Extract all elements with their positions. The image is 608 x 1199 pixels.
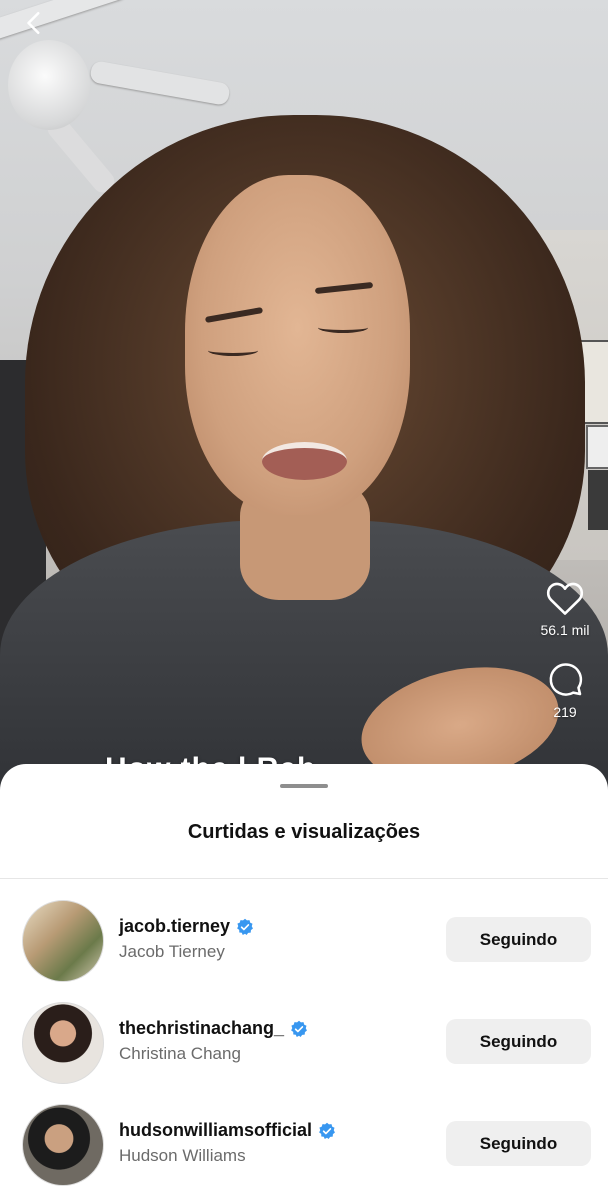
- username[interactable]: thechristinachang_: [119, 1018, 284, 1039]
- user-row[interactable]: jacob.tierney Jacob Tierney Seguindo: [0, 900, 608, 990]
- username[interactable]: jacob.tierney: [119, 916, 230, 937]
- likes-bottom-sheet: Curtidas e visualizações jacob.tierney J…: [0, 764, 608, 1199]
- like-action[interactable]: 56.1 mil: [530, 580, 600, 638]
- comments-count: 219: [553, 704, 577, 720]
- verified-badge-icon: [319, 1122, 335, 1139]
- verified-badge-icon: [291, 1020, 307, 1037]
- person-eye: [208, 345, 258, 356]
- user-names: thechristinachang_ Christina Chang: [119, 1018, 308, 1064]
- person-eye: [318, 322, 368, 333]
- wall-poster: [588, 470, 608, 530]
- avatar[interactable]: [22, 900, 104, 982]
- avatar[interactable]: [22, 1104, 104, 1186]
- reel-actions: 56.1 mil 219: [530, 580, 600, 742]
- likes-count: 56.1 mil: [540, 622, 590, 638]
- comment-icon[interactable]: [546, 660, 584, 698]
- ceiling-fan: [8, 40, 90, 130]
- user-row[interactable]: hudsonwilliamsofficial Hudson Williams S…: [0, 1104, 608, 1194]
- user-row[interactable]: thechristinachang_ Christina Chang Segui…: [0, 1002, 608, 1092]
- verified-badge-icon: [237, 918, 253, 935]
- username[interactable]: hudsonwilliamsofficial: [119, 1120, 312, 1141]
- ceiling-fan-blade: [0, 0, 130, 43]
- following-button[interactable]: Seguindo: [446, 917, 591, 962]
- following-button[interactable]: Seguindo: [446, 1121, 591, 1166]
- heart-icon[interactable]: [545, 580, 585, 616]
- reel-video[interactable]: 56.1 mil 219 How the l Reb: [0, 0, 608, 800]
- full-name: Hudson Williams: [119, 1146, 246, 1165]
- divider: [0, 878, 608, 879]
- comment-action[interactable]: 219: [530, 660, 600, 720]
- user-names: jacob.tierney Jacob Tierney: [119, 916, 254, 962]
- full-name: Christina Chang: [119, 1044, 241, 1063]
- ceiling-fan-blade: [89, 60, 231, 106]
- full-name: Jacob Tierney: [119, 942, 225, 961]
- sheet-title: Curtidas e visualizações: [187, 821, 421, 843]
- avatar[interactable]: [22, 1002, 104, 1084]
- person-mouth: [262, 442, 347, 480]
- user-names: hudsonwilliamsofficial Hudson Williams: [119, 1120, 336, 1166]
- sheet-drag-handle[interactable]: [280, 784, 328, 788]
- back-chevron-icon[interactable]: [22, 10, 48, 36]
- following-button[interactable]: Seguindo: [446, 1019, 591, 1064]
- wall-poster: [586, 425, 608, 469]
